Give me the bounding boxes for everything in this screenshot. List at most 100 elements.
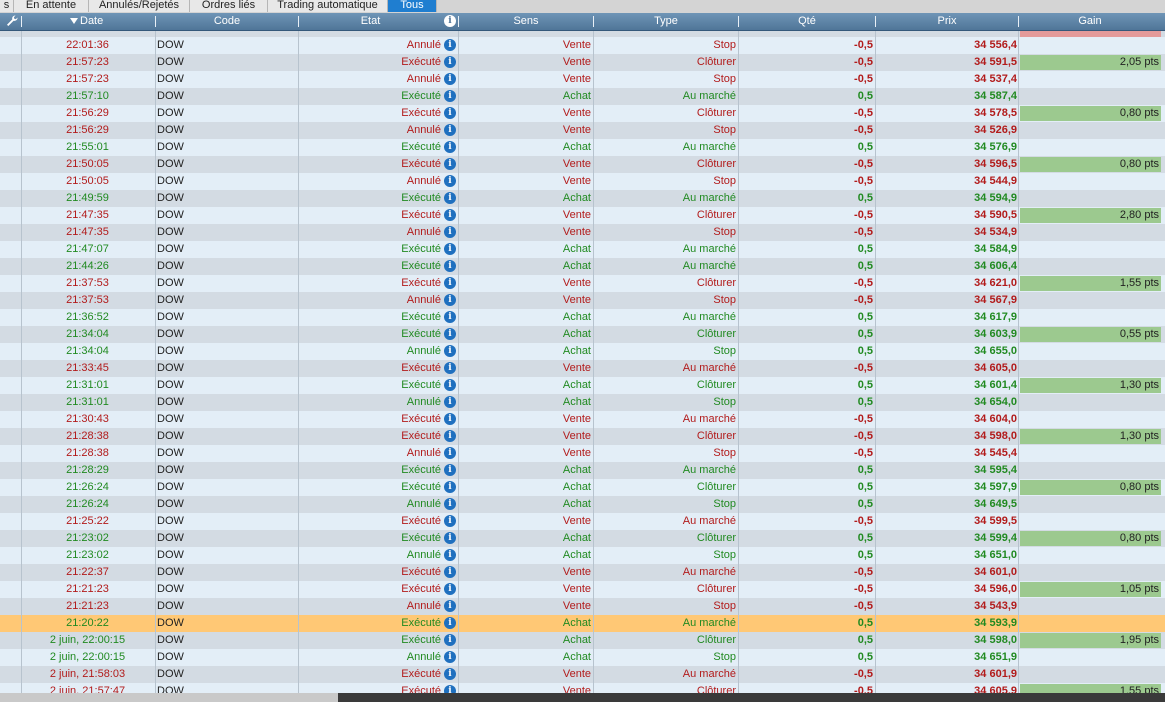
table-row[interactable]: 21:21:23 DOW Exécuté i Vente Clôturer -0,5 34 5…: [0, 581, 1165, 598]
table-row[interactable]: 21:50:05 DOW Annulé i Vente Stop -0,5 34 544,9: [0, 173, 1165, 190]
info-icon[interactable]: i: [444, 56, 456, 68]
table-row[interactable]: 21:26:24 DOW Annulé i Achat Stop 0,5 34 649,5: [0, 496, 1165, 513]
table-row[interactable]: 21:30:43 DOW Exécuté i Vente Au marché -0,5 34 …: [0, 411, 1165, 428]
info-icon[interactable]: i: [444, 379, 456, 391]
info-icon[interactable]: i: [444, 634, 456, 646]
table-row[interactable]: 2 juin, 21:57:47 DOW Exécuté i Vente Clôturer…: [0, 683, 1165, 693]
horizontal-scrollbar[interactable]: [0, 693, 1165, 702]
table-row[interactable]: 2 juin, 22:00:15 DOW Exécuté i Achat Clôturer…: [0, 632, 1165, 649]
table-row[interactable]: 21:47:35 DOW Annulé i Vente Stop -0,5 34 534,9: [0, 224, 1165, 241]
table-row[interactable]: 21:50:05 DOW Exécuté i Vente Clôturer -0,5 34 5…: [0, 156, 1165, 173]
info-icon[interactable]: i: [444, 345, 456, 357]
table-row[interactable]: 21:57:23 DOW Annulé i Vente Stop -0,5 34 537,4: [0, 71, 1165, 88]
table-row[interactable]: 21:44:26 DOW Exécuté i Achat Au marché 0,5 34 6…: [0, 258, 1165, 275]
sens-cell: Achat: [562, 464, 591, 476]
info-icon[interactable]: i: [444, 396, 456, 408]
info-icon[interactable]: i: [444, 362, 456, 374]
info-icon[interactable]: i: [444, 668, 456, 680]
table-row[interactable]: 2 juin, 21:58:03 DOW Exécuté i Vente Au march…: [0, 666, 1165, 683]
table-row[interactable]: 21:33:45 DOW Exécuté i Vente Au marché -0,5 34 …: [0, 360, 1165, 377]
info-icon[interactable]: i: [444, 617, 456, 629]
info-icon[interactable]: i: [444, 158, 456, 170]
info-icon[interactable]: i: [444, 209, 456, 221]
info-icon[interactable]: i: [444, 464, 456, 476]
table-row[interactable]: 21:47:35 DOW Exécuté i Vente Clôturer -0,5 34 5…: [0, 207, 1165, 224]
table-row[interactable]: 21:20:22 DOW Exécuté i Achat Au marché 0,5 34 5…: [0, 615, 1165, 632]
info-icon[interactable]: i: [444, 260, 456, 272]
info-icon[interactable]: i: [444, 447, 456, 459]
wrench-icon[interactable]: [5, 14, 19, 28]
tab-ordres-li-s[interactable]: Ordres liés: [190, 0, 268, 12]
info-icon[interactable]: i: [444, 413, 456, 425]
table-row[interactable]: 21:37:53 DOW Exécuté i Vente Clôturer -0,5 34 6…: [0, 275, 1165, 292]
info-icon[interactable]: i: [444, 73, 456, 85]
tab-tous[interactable]: Tous: [388, 0, 437, 12]
tab-s[interactable]: s: [0, 0, 14, 12]
table-row[interactable]: 21:37:53 DOW Annulé i Vente Stop -0,5 34 567,9: [0, 292, 1165, 309]
info-icon[interactable]: i: [444, 107, 456, 119]
table-row[interactable]: 21:28:29 DOW Exécuté i Achat Au marché 0,5 34 5…: [0, 462, 1165, 479]
info-icon[interactable]: i: [444, 226, 456, 238]
table-row[interactable]: 21:28:38 DOW Annulé i Vente Stop -0,5 34 545,4: [0, 445, 1165, 462]
column-header-date[interactable]: Date: [80, 13, 108, 30]
prix-cell: 34 621,0: [974, 277, 1017, 289]
etat-cell: Annulé: [406, 294, 441, 306]
column-header-sens[interactable]: Sens: [459, 13, 593, 30]
column-header-gain[interactable]: Gain: [1019, 13, 1161, 30]
info-icon[interactable]: i: [444, 192, 456, 204]
etat-cell: Exécuté: [401, 430, 441, 442]
table-row[interactable]: 2 juin, 22:00:15 DOW Annulé i Achat Stop 0,5 34…: [0, 649, 1165, 666]
info-icon[interactable]: i: [444, 532, 456, 544]
column-header-etat[interactable]: Etat: [299, 13, 442, 30]
date-cell: 21:55:01: [66, 141, 109, 153]
info-icon[interactable]: i: [444, 175, 456, 187]
table-row[interactable]: 21:22:37 DOW Exécuté i Vente Au marché -0,5 34 …: [0, 564, 1165, 581]
table-row[interactable]: 21:23:02 DOW Exécuté i Achat Clôturer 0,5 34 59…: [0, 530, 1165, 547]
info-icon[interactable]: i: [444, 39, 456, 51]
table-row[interactable]: 21:36:52 DOW Exécuté i Achat Au marché 0,5 34 6…: [0, 309, 1165, 326]
info-icon[interactable]: i: [444, 277, 456, 289]
table-row[interactable]: 21:56:29 DOW Exécuté i Vente Clôturer -0,5 34 5…: [0, 105, 1165, 122]
table-row[interactable]: 21:25:22 DOW Exécuté i Vente Au marché -0,5 34 …: [0, 513, 1165, 530]
table-row[interactable]: 21:55:01 DOW Exécuté i Achat Au marché 0,5 34 5…: [0, 139, 1165, 156]
info-icon[interactable]: i: [444, 566, 456, 578]
info-icon[interactable]: i: [444, 481, 456, 493]
table-row[interactable]: 21:26:24 DOW Exécuté i Achat Clôturer 0,5 34 59…: [0, 479, 1165, 496]
table-row[interactable]: 21:28:38 DOW Exécuté i Vente Clôturer -0,5 34 5…: [0, 428, 1165, 445]
table-row[interactable]: 22:01:36 DOW Annulé i Vente Stop -0,5 34 556,4: [0, 37, 1165, 54]
info-icon[interactable]: i: [444, 328, 456, 340]
table-row[interactable]: 21:57:10 DOW Exécuté i Achat Au marché 0,5 34 5…: [0, 88, 1165, 105]
table-row[interactable]: 21:57:23 DOW Exécuté i Vente Clôturer -0,5 34 5…: [0, 54, 1165, 71]
table-row[interactable]: 21:47:07 DOW Exécuté i Achat Au marché 0,5 34 5…: [0, 241, 1165, 258]
info-icon[interactable]: i: [444, 294, 456, 306]
info-icon[interactable]: i: [444, 124, 456, 136]
scrollbar-thumb[interactable]: [338, 693, 1165, 702]
table-row[interactable]: 21:23:02 DOW Annulé i Achat Stop 0,5 34 651,0: [0, 547, 1165, 564]
table-row[interactable]: 21:34:04 DOW Exécuté i Achat Clôturer 0,5 34 60…: [0, 326, 1165, 343]
table-row[interactable]: 21:31:01 DOW Annulé i Achat Stop 0,5 34 654,0: [0, 394, 1165, 411]
tab-en-attente[interactable]: En attente: [14, 0, 89, 12]
info-icon[interactable]: i: [444, 549, 456, 561]
table-row[interactable]: 21:31:01 DOW Exécuté i Achat Clôturer 0,5 34 60…: [0, 377, 1165, 394]
column-header-qte[interactable]: Qté: [739, 13, 875, 30]
info-icon[interactable]: i: [444, 583, 456, 595]
info-icon[interactable]: i: [444, 515, 456, 527]
info-icon[interactable]: i: [444, 498, 456, 510]
info-icon[interactable]: i: [444, 430, 456, 442]
column-header-prix[interactable]: Prix: [876, 13, 1018, 30]
table-row[interactable]: 21:21:23 DOW Annulé i Vente Stop -0,5 34 543,9: [0, 598, 1165, 615]
column-header-code[interactable]: Code: [156, 13, 298, 30]
table-row[interactable]: 21:56:29 DOW Annulé i Vente Stop -0,5 34 526,9: [0, 122, 1165, 139]
tab-trading-automatique[interactable]: Trading automatique: [268, 0, 388, 12]
info-icon[interactable]: i: [444, 243, 456, 255]
column-header-type[interactable]: Type: [594, 13, 738, 30]
info-icon[interactable]: i: [444, 685, 456, 693]
table-row[interactable]: 21:34:04 DOW Annulé i Achat Stop 0,5 34 655,0: [0, 343, 1165, 360]
info-icon[interactable]: i: [444, 600, 456, 612]
info-icon[interactable]: i: [444, 311, 456, 323]
info-icon[interactable]: i: [444, 141, 456, 153]
info-icon[interactable]: i: [444, 90, 456, 102]
info-icon[interactable]: i: [444, 651, 456, 663]
table-row[interactable]: 21:49:59 DOW Exécuté i Achat Au marché 0,5 34 5…: [0, 190, 1165, 207]
tab-annul-s-rejet-s[interactable]: Annulés/Rejetés: [89, 0, 190, 12]
